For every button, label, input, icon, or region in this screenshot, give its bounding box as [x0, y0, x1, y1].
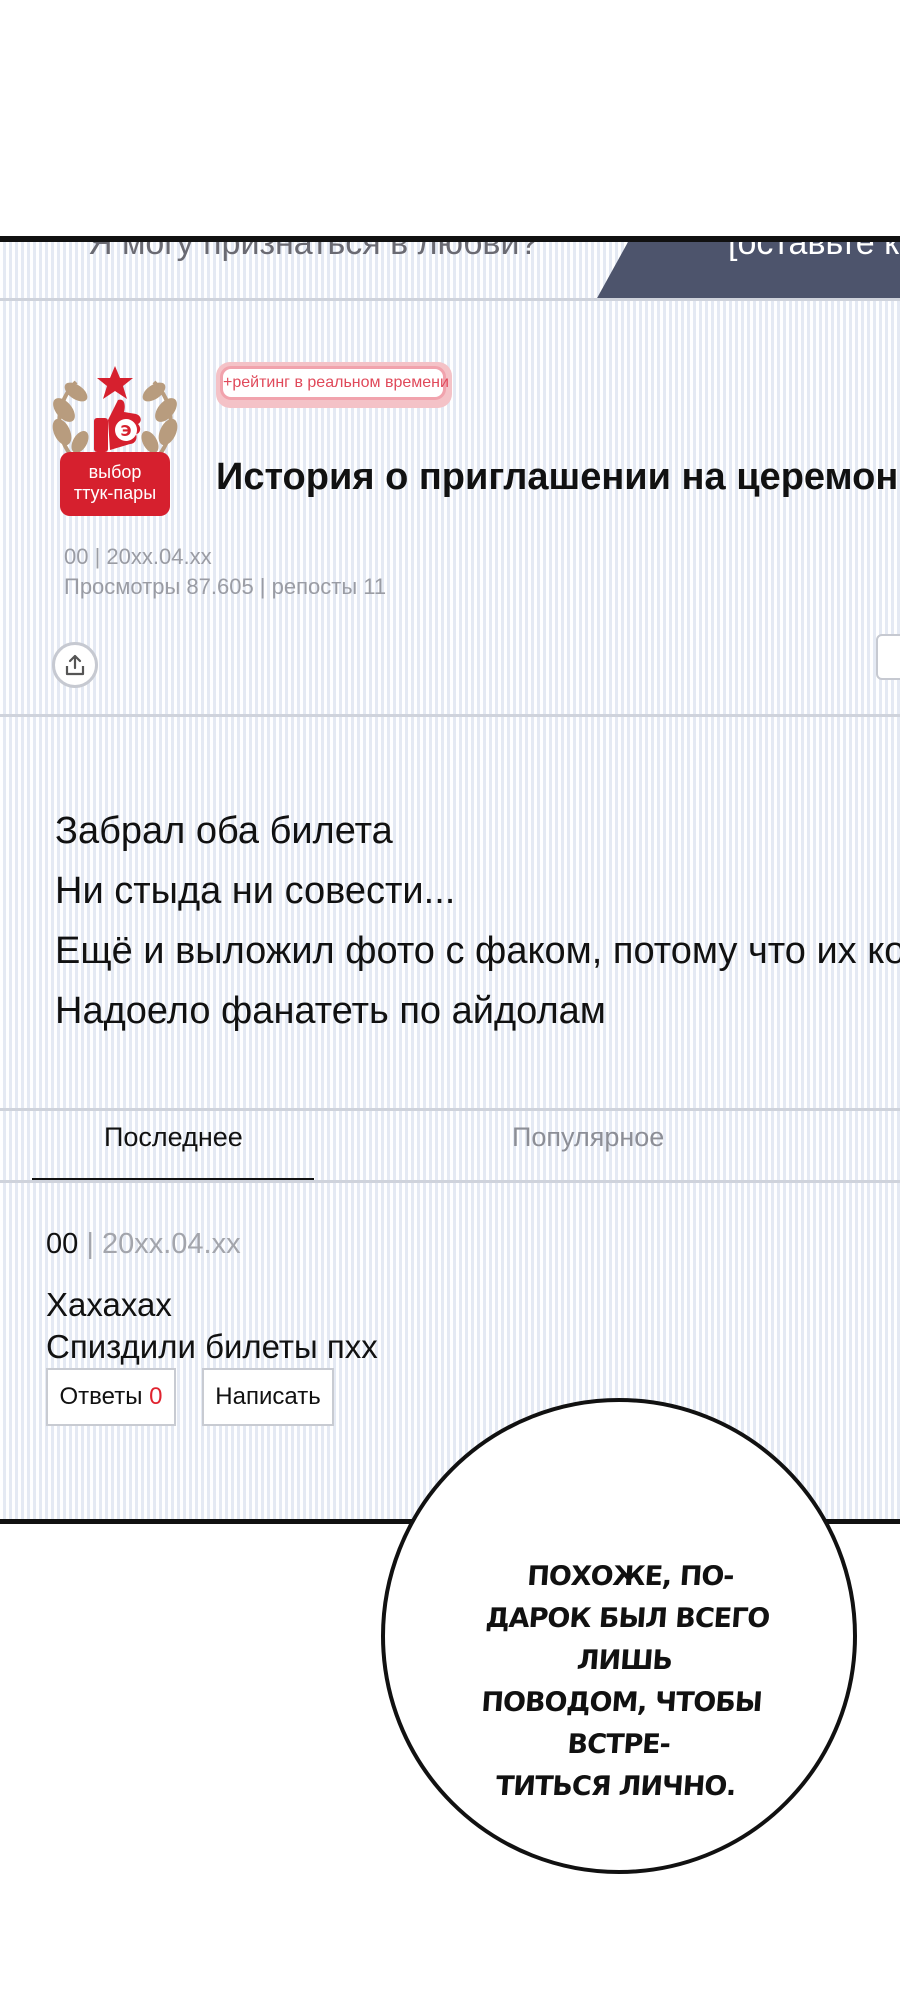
post-body-line: Ещё и выложил фото с факом, потому что и… — [55, 930, 900, 972]
speech-bubble-text: ПОХОЖЕ, ПО- ДАРОК БЫЛ ВСЕГО ЛИШЬ ПОВОДОМ… — [436, 1556, 810, 1808]
side-action-button[interactable] — [876, 634, 900, 680]
comment-prompt-label: [оставьте ко — [728, 236, 900, 262]
svg-text:Э: Э — [120, 422, 131, 440]
divider — [0, 1180, 900, 1183]
post-body-line: Забрал оба билета — [55, 810, 393, 852]
speech-line: ПОВОДОМ, ЧТОБЫ ВСТРЕ- — [480, 1687, 763, 1760]
divider — [0, 298, 900, 301]
comment-prompt-tab[interactable]: [оставьте ко — [596, 242, 900, 300]
post-title: История о приглашении на церемонию от — [216, 456, 900, 498]
share-upload-icon — [65, 654, 85, 676]
share-button[interactable] — [52, 642, 98, 688]
comment-meta: 00 | 20xx.04.xx — [46, 1228, 241, 1261]
post-stats: Просмотры 87.605 | репосты 11 — [64, 574, 387, 599]
realtime-rating-label: +рейтинг в реальном времени — [220, 366, 449, 400]
write-reply-button[interactable]: Написать — [202, 1368, 334, 1426]
comment-separator: | — [86, 1228, 94, 1260]
tab-latest[interactable]: Последнее — [104, 1122, 243, 1153]
speech-line: ТИТЬСЯ ЛИЧНО. — [494, 1771, 737, 1802]
previous-post-title[interactable]: Я могу признаться в любви? — [88, 242, 538, 263]
post-screen: Я могу признаться в любви? [оставьте ко … — [0, 236, 900, 1524]
replies-label: Ответы — [59, 1383, 143, 1410]
badge-label-line1: выбор — [88, 462, 142, 482]
top-strip: Я могу признаться в любви? [оставьте ко — [0, 242, 900, 300]
replies-count: 0 — [149, 1383, 163, 1410]
badge-label: выбор ттук-пары — [60, 452, 170, 516]
tab-popular[interactable]: Популярное — [512, 1122, 664, 1153]
divider — [0, 714, 900, 717]
speech-bubble: ПОХОЖЕ, ПО- ДАРОК БЫЛ ВСЕГО ЛИШЬ ПОВОДОМ… — [381, 1398, 857, 1874]
comment-author: 00 — [46, 1228, 79, 1260]
comment-text-line: Хахахах — [46, 1286, 172, 1323]
couple-choice-badge: Э выбор ттук-пары — [50, 362, 180, 522]
speech-line: ПОХОЖЕ, ПО- — [526, 1561, 735, 1592]
badge-label-line2: ттук-пары — [73, 483, 157, 503]
comment-date: 20xx.04.xx — [101, 1228, 241, 1260]
divider — [0, 1108, 900, 1111]
replies-button[interactable]: Ответы 0 — [46, 1368, 176, 1426]
comment-text-line: Спиздили билеты пхх — [46, 1328, 378, 1365]
realtime-rating-tag[interactable]: +рейтинг в реальном времени — [216, 362, 452, 408]
post-date: 00 | 20xx.04.xx — [64, 544, 212, 569]
post-body-line: Надоело фанатеть по айдолам — [55, 990, 606, 1032]
speech-line: ДАРОК БЫЛ ВСЕГО ЛИШЬ — [484, 1603, 771, 1676]
post-body-line: Ни стыда ни совести... — [55, 870, 456, 912]
